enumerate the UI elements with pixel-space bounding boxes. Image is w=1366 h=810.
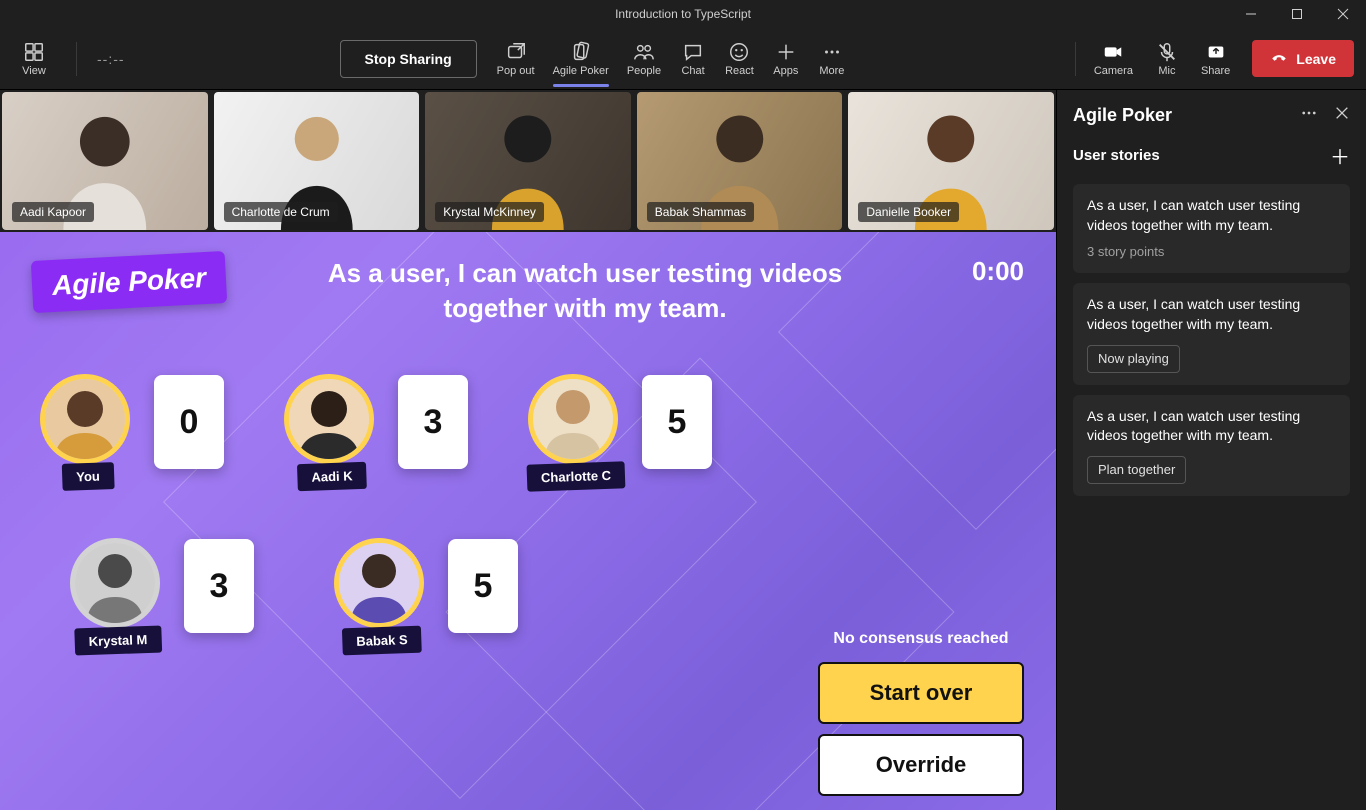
apps-button[interactable]: Apps <box>764 37 808 81</box>
plus-icon <box>775 41 797 63</box>
vote-slot: Charlotte C 5 <box>528 374 712 470</box>
avatar <box>528 374 618 464</box>
story-text: As a user, I can watch user testing vide… <box>1087 295 1336 334</box>
avatar <box>70 538 160 628</box>
participant-name: Charlotte de Crum <box>224 202 338 222</box>
ellipsis-icon <box>821 41 843 63</box>
share-button[interactable]: Share <box>1193 37 1238 81</box>
window-controls <box>1228 0 1366 28</box>
phone-down-icon <box>1270 48 1288 69</box>
divider <box>76 42 77 76</box>
vote-name: You <box>62 462 115 491</box>
avatar <box>284 374 374 464</box>
vote-name: Babak S <box>342 626 422 656</box>
close-button[interactable] <box>1320 0 1366 28</box>
share-icon <box>1205 41 1227 63</box>
agile-poker-tab[interactable]: Agile Poker <box>545 37 617 81</box>
vote-card: 5 <box>448 539 518 633</box>
participant-tile[interactable]: Babak Shammas <box>637 92 843 230</box>
story-badge: Now playing <box>1087 345 1180 373</box>
grid-icon <box>23 41 45 63</box>
mic-button[interactable]: Mic <box>1145 37 1189 81</box>
more-button[interactable]: More <box>810 37 854 81</box>
participant-name: Babak Shammas <box>647 202 754 222</box>
current-story-text: As a user, I can watch user testing vide… <box>265 256 905 326</box>
camera-button[interactable]: Camera <box>1086 37 1141 81</box>
avatar <box>334 538 424 628</box>
story-badge: Plan together <box>1087 456 1186 484</box>
story-points: 3 story points <box>1087 243 1336 261</box>
participant-tile[interactable]: Aadi Kapoor <box>2 92 208 230</box>
participant-name: Danielle Booker <box>858 202 959 222</box>
vote-name: Aadi K <box>297 462 367 491</box>
chat-button[interactable]: Chat <box>671 37 715 81</box>
panel-section-title: User stories <box>1073 147 1160 164</box>
story-card[interactable]: As a user, I can watch user testing vide… <box>1073 184 1350 273</box>
divider <box>1075 42 1076 76</box>
chat-icon <box>682 41 704 63</box>
mic-muted-icon <box>1156 41 1178 63</box>
story-text: As a user, I can watch user testing vide… <box>1087 196 1336 235</box>
vote-name: Charlotte C <box>527 461 626 491</box>
people-icon <box>633 41 655 63</box>
participant-tile[interactable]: Charlotte de Crum <box>214 92 420 230</box>
maximize-button[interactable] <box>1274 0 1320 28</box>
panel-title: Agile Poker <box>1073 105 1172 126</box>
participant-strip: Aadi Kapoor Charlotte de Crum Krystal Mc… <box>0 90 1056 232</box>
minimize-button[interactable] <box>1228 0 1274 28</box>
story-text: As a user, I can watch user testing vide… <box>1087 407 1336 446</box>
view-label: View <box>22 65 46 77</box>
participant-tile[interactable]: Krystal McKinney <box>425 92 631 230</box>
vote-card: 0 <box>154 375 224 469</box>
vote-slot: Aadi K 3 <box>284 374 468 470</box>
avatar <box>40 374 130 464</box>
story-card[interactable]: As a user, I can watch user testing vide… <box>1073 283 1350 384</box>
window-title: Introduction to TypeScript <box>615 7 751 21</box>
meeting-toolbar: View --:-- Stop Sharing Pop out Agile Po… <box>0 28 1366 90</box>
story-card[interactable]: As a user, I can watch user testing vide… <box>1073 395 1350 496</box>
participant-name: Aadi Kapoor <box>12 202 94 222</box>
vote-name: Krystal M <box>74 626 161 656</box>
popout-button[interactable]: Pop out <box>489 37 543 81</box>
panel-close-icon[interactable] <box>1334 105 1350 126</box>
app-brand-chip: Agile Poker <box>31 251 228 313</box>
camera-icon <box>1102 41 1124 63</box>
leave-button[interactable]: Leave <box>1252 40 1354 77</box>
people-button[interactable]: People <box>619 37 669 81</box>
cards-icon <box>570 41 592 63</box>
agile-poker-stage: Agile Poker As a user, I can watch user … <box>0 232 1056 810</box>
side-panel: Agile Poker User stories ＋ As a user, I … <box>1056 90 1366 810</box>
react-button[interactable]: React <box>717 37 762 81</box>
vote-slot: Babak S 5 <box>334 538 518 634</box>
override-button[interactable]: Override <box>818 734 1024 796</box>
consensus-status: No consensus reached <box>833 630 1008 648</box>
vote-card: 5 <box>642 375 712 469</box>
start-over-button[interactable]: Start over <box>818 662 1024 724</box>
participant-name: Krystal McKinney <box>435 202 544 222</box>
stop-sharing-button[interactable]: Stop Sharing <box>340 40 477 78</box>
vote-card: 3 <box>398 375 468 469</box>
panel-more-icon[interactable] <box>1300 104 1318 127</box>
emoji-icon <box>728 41 750 63</box>
vote-card: 3 <box>184 539 254 633</box>
call-timer: --:-- <box>97 51 125 67</box>
popout-icon <box>505 41 527 63</box>
participant-tile[interactable]: Danielle Booker <box>848 92 1054 230</box>
view-button[interactable]: View <box>12 37 56 81</box>
add-story-button[interactable]: ＋ <box>1330 141 1350 170</box>
poker-timer: 0:00 <box>944 256 1024 287</box>
vote-slot: You 0 <box>40 374 224 470</box>
vote-slot: Krystal M 3 <box>70 538 254 634</box>
window-titlebar: Introduction to TypeScript <box>0 0 1366 28</box>
